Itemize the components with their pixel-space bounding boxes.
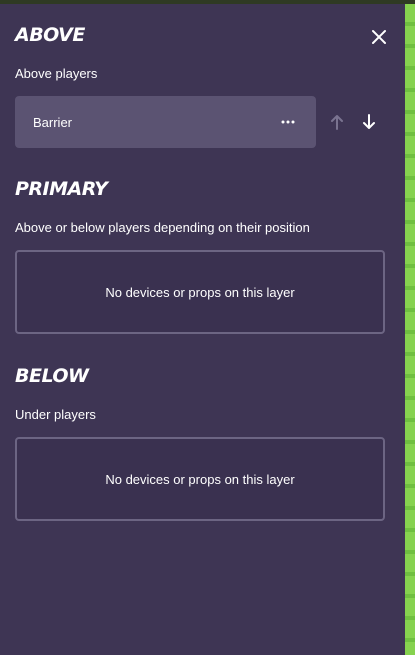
section-title-above: ABOVE (15, 24, 85, 46)
section-title-below: BELOW (15, 365, 89, 387)
section-title-primary: PRIMARY (15, 178, 108, 200)
empty-layer-primary: No devices or props on this layer (15, 250, 385, 334)
game-background (405, 4, 415, 655)
arrow-down-icon (363, 114, 375, 129)
empty-layer-text: No devices or props on this layer (105, 284, 295, 300)
section-desc-primary: Above or below players depending on thei… (15, 220, 310, 235)
section-desc-above: Above players (15, 66, 98, 81)
move-down-button[interactable] (358, 111, 380, 133)
section-desc-below: Under players (15, 407, 96, 422)
more-options-button[interactable] (278, 112, 298, 132)
layer-item-label: Barrier (33, 114, 73, 130)
arrow-up-icon (331, 115, 343, 130)
more-horizontal-icon (281, 120, 295, 124)
layer-item-barrier[interactable]: Barrier (15, 96, 316, 148)
close-icon (372, 30, 386, 44)
layers-panel: ABOVE Above players Barrier PRIMARY Abov… (0, 4, 405, 655)
move-up-button[interactable] (326, 111, 348, 133)
close-button[interactable] (366, 24, 392, 50)
empty-layer-below: No devices or props on this layer (15, 437, 385, 521)
empty-layer-text: No devices or props on this layer (105, 471, 295, 487)
